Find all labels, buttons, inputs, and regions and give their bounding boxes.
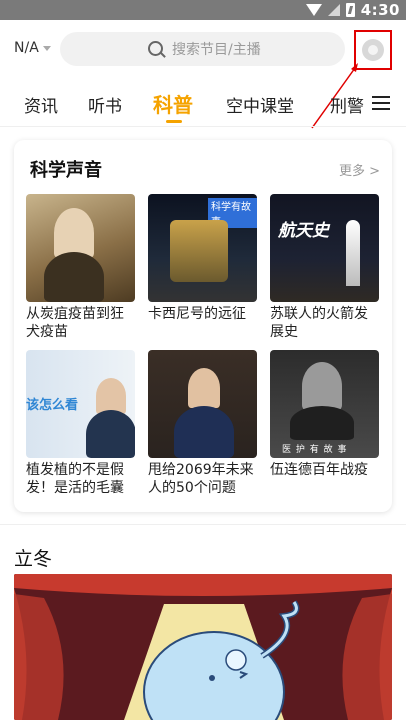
thumbnail-label: 该怎么看: [26, 398, 79, 413]
program-caption: 从炭疽疫苗到狂犬疫苗: [26, 306, 124, 340]
status-time: 4:30: [360, 1, 400, 19]
gear-icon: [362, 39, 384, 61]
program-thumbnail: 航天史: [270, 194, 379, 302]
program-card[interactable]: 航天史 苏联人的火箭发展史: [270, 194, 379, 341]
caret-down-icon: [42, 45, 51, 51]
program-card[interactable]: 从炭疽疫苗到狂犬疫苗: [26, 194, 135, 341]
program-card[interactable]: 该怎么看 植发植的不是假发！是活的毛囊: [26, 350, 135, 497]
status-bar: 4:30: [0, 0, 406, 20]
portrait-figure: [54, 208, 94, 258]
figure-body: [86, 410, 135, 458]
tab-science[interactable]: 科普: [153, 89, 193, 118]
section-title: 科学声音: [30, 160, 102, 181]
region-label: N/A: [14, 40, 39, 56]
program-thumbnail: 该怎么看: [26, 350, 135, 458]
program-thumbnail: [148, 350, 257, 458]
battery-charging-icon: [345, 3, 355, 17]
more-link[interactable]: 更多 >: [339, 160, 380, 179]
thumbnail-label: 医 护 有 故 事: [282, 445, 348, 455]
program-caption: 伍连德百年战疫: [270, 462, 368, 478]
program-card[interactable]: 甩给2069年未来人的50个问题: [148, 350, 257, 497]
wifi-icon: [305, 4, 322, 16]
program-thumbnail: [26, 194, 135, 302]
settings-button[interactable]: [354, 30, 392, 70]
program-caption: 植发植的不是假发！是活的毛囊: [26, 462, 124, 496]
tab-audiobook[interactable]: 听书: [88, 92, 122, 117]
top-header: N/A 搜索节目/主播: [0, 20, 406, 78]
science-voice-card: 科学声音 更多 > 从炭疽疫苗到狂犬疫苗 科学有故事 卡西尼号的远征 航天史 苏…: [14, 140, 392, 512]
figure-body: [44, 252, 104, 302]
signal-icon: [327, 4, 340, 16]
active-tab-indicator: [166, 120, 182, 123]
search-bar[interactable]: 搜索节目/主播: [60, 32, 345, 66]
spacecraft-shape: [170, 220, 228, 282]
portrait-figure: [302, 362, 342, 410]
feature-banner[interactable]: [14, 574, 392, 720]
region-selector[interactable]: N/A: [14, 40, 51, 56]
program-caption: 苏联人的火箭发展史: [270, 306, 368, 340]
rocket-shape: [346, 220, 360, 286]
figure-body: [174, 406, 234, 458]
divider: [0, 524, 406, 525]
thumbnail-label: 航天史: [278, 221, 329, 241]
figure-body: [290, 406, 354, 440]
search-placeholder: 搜索节目/主播: [172, 42, 261, 58]
tab-sky-classroom[interactable]: 空中课堂: [226, 92, 294, 117]
program-caption: 甩给2069年未来人的50个问题: [148, 462, 254, 496]
program-thumbnail: 科学有故事: [148, 194, 257, 302]
menu-icon[interactable]: [372, 96, 390, 110]
portrait-figure: [96, 378, 126, 414]
portrait-figure: [188, 368, 220, 408]
program-caption: 卡西尼号的远征: [148, 306, 246, 322]
program-thumbnail: 医 护 有 故 事: [270, 350, 379, 458]
program-card[interactable]: 医 护 有 故 事 伍连德百年战疫: [270, 350, 379, 479]
tab-police[interactable]: 刑警: [330, 92, 364, 117]
divider: [0, 126, 406, 127]
status-icons: 4:30: [305, 0, 400, 20]
category-tabs: 资讯 听书 科普 空中课堂 刑警: [0, 88, 406, 124]
search-icon: [148, 41, 163, 56]
banner-illustration: [14, 574, 392, 720]
feature-section-title: 立冬: [14, 548, 53, 570]
program-card[interactable]: 科学有故事 卡西尼号的远征: [148, 194, 257, 323]
tab-news[interactable]: 资讯: [24, 92, 58, 117]
